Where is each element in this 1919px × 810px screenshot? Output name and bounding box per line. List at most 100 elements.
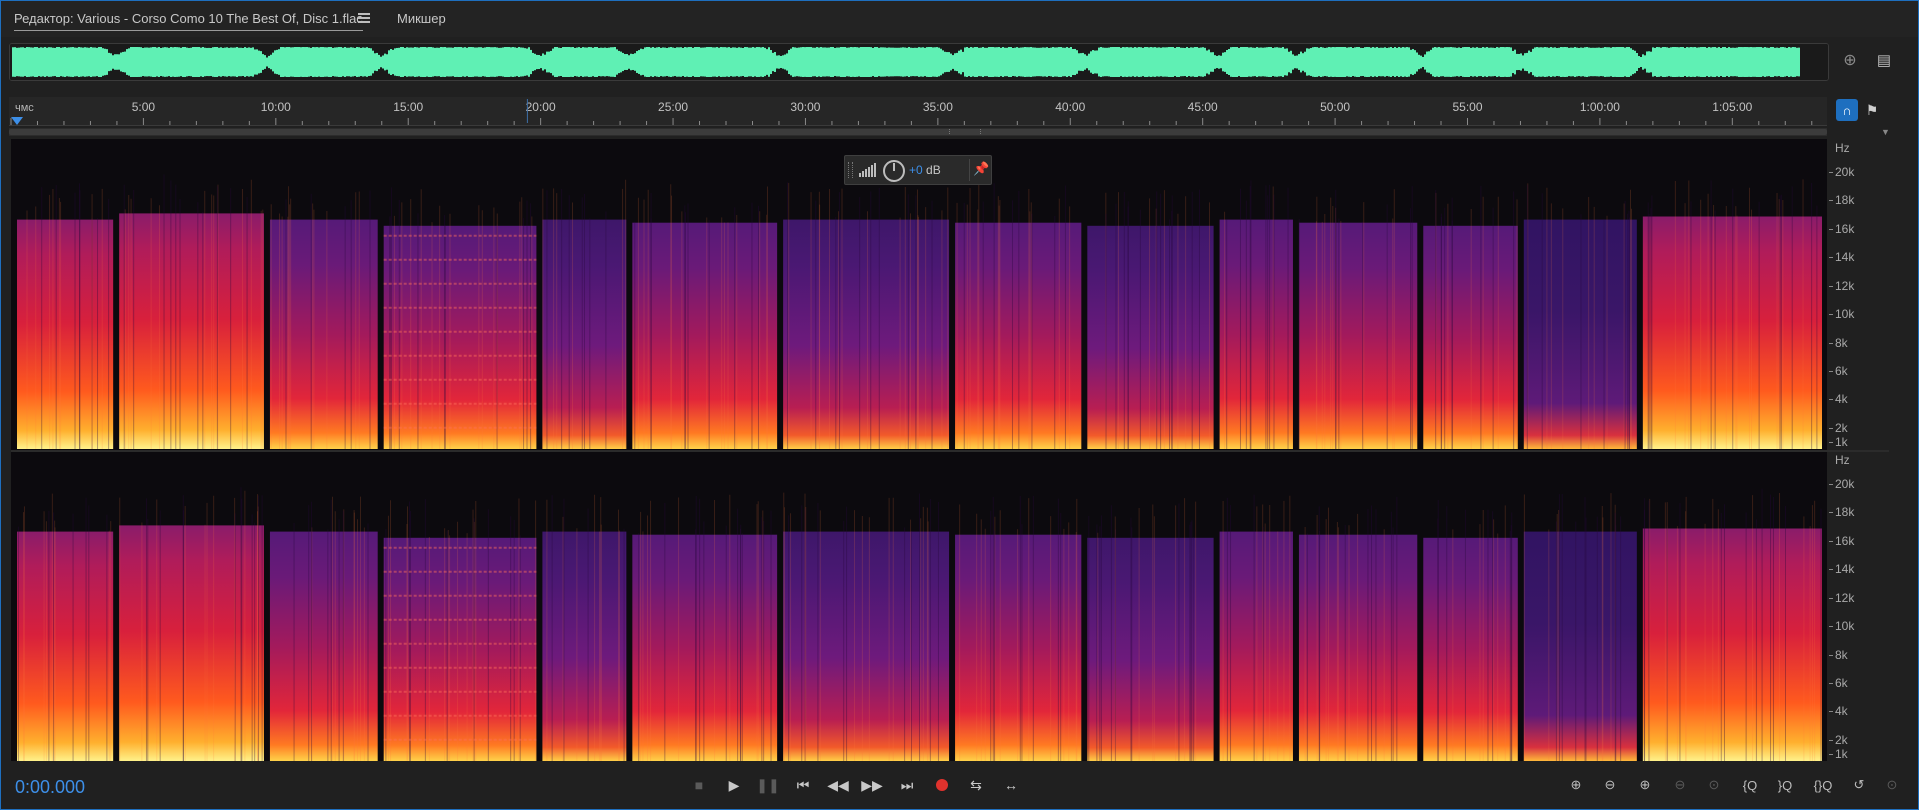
frequency-tick (1829, 427, 1833, 429)
zoom-to-selection-icon[interactable]: ⊕ (1839, 49, 1861, 71)
frequency-label: 10k (1835, 307, 1855, 322)
ruler-label: 20:00 (526, 100, 556, 114)
gain-readout[interactable]: +0 dB (909, 163, 941, 177)
gain-value[interactable]: +0 (909, 163, 923, 177)
frequency-tick (1829, 484, 1833, 485)
gain-unit: dB (926, 163, 941, 177)
zoom-full-icon[interactable]: ⊙ (1702, 775, 1726, 795)
frequency-label: 6k (1835, 363, 1848, 378)
frequency-unit-label: Hz (1835, 141, 1850, 155)
scrollbar-thumb[interactable] (9, 129, 1827, 135)
frequency-tick (1829, 200, 1833, 202)
channel-divider (11, 450, 1889, 452)
frequency-tick (1829, 257, 1833, 259)
ruler-start-label: чмс (15, 102, 34, 114)
zoom-selection-icon[interactable]: {}Q (1811, 775, 1835, 795)
marker-pin-icon[interactable]: ⚑ (1861, 99, 1883, 121)
zoom-in-at-end-icon[interactable]: }Q (1773, 775, 1797, 795)
zoom-out-time-icon[interactable]: ⊖ (1668, 775, 1692, 795)
ruler-label: 30:00 (790, 100, 820, 114)
ruler-label: 5:00 (132, 100, 156, 114)
ruler-label: 1:00:00 (1580, 100, 1620, 114)
snap-magnet-icon[interactable]: ∩ (1836, 99, 1858, 121)
frequency-label: 8k (1835, 647, 1848, 662)
move-playhead-to-next-button[interactable]: ⏭ (895, 775, 919, 795)
ruler-label: 15:00 (393, 100, 423, 114)
frequency-tick (1829, 285, 1833, 287)
frequency-tick (1829, 569, 1833, 571)
gain-knob[interactable] (883, 160, 905, 182)
frequency-tick (1829, 442, 1833, 443)
frequency-label: 16k (1835, 221, 1855, 236)
frequency-label: 1k (1835, 435, 1848, 449)
rewind-button[interactable]: ◀◀ (826, 775, 850, 795)
zoom-in-time-icon[interactable]: ⊕ (1633, 775, 1657, 795)
time-display[interactable]: 0:00.000 (15, 777, 85, 798)
volume-hud[interactable]: +0 dB 📌 (844, 155, 992, 185)
play-button[interactable]: ▶ (722, 775, 746, 795)
overview-waveform-graphic[interactable] (10, 44, 1828, 80)
pause-button[interactable]: ❚❚ (756, 775, 780, 795)
frequency-tick (1829, 682, 1833, 684)
frequency-label: 1k (1835, 747, 1848, 761)
record-icon (936, 779, 948, 791)
ruler-label: 10:00 (261, 100, 291, 114)
frequency-label: 18k (1835, 505, 1855, 520)
frequency-label: 20k (1835, 477, 1855, 491)
hamburger-icon[interactable] (358, 13, 370, 25)
tab-mixer[interactable]: Микшер (397, 11, 446, 26)
frequency-tick (1829, 228, 1833, 230)
frequency-tick (1829, 626, 1833, 628)
frequency-tick (1829, 654, 1833, 656)
frequency-unit-label: Hz (1835, 453, 1850, 467)
fast-forward-button[interactable]: ▶▶ (860, 775, 884, 795)
overview-waveform[interactable] (9, 43, 1829, 81)
loop-playback-button[interactable]: ⇆ (964, 775, 988, 795)
ruler-label: 35:00 (923, 100, 953, 114)
horizontal-scrollbar[interactable] (9, 128, 1827, 136)
frequency-tick (1829, 399, 1833, 401)
hud-separator (969, 159, 970, 181)
frequency-label: 4k (1835, 392, 1848, 407)
panel-menu-icon[interactable]: ▤ (1873, 49, 1895, 71)
frequency-tick (1829, 314, 1833, 316)
ruler-label: 25:00 (658, 100, 688, 114)
ruler-label: 55:00 (1452, 100, 1482, 114)
time-ruler-graphic[interactable]: чмс 5:00 10:00 15:00 20:00 25:00 30:00 35:00 40:… (9, 97, 1827, 125)
zoom-in-at-start-icon[interactable]: {Q (1738, 775, 1762, 795)
ruler-label: 50:00 (1320, 100, 1350, 114)
scrollbar-grip[interactable] (949, 129, 981, 134)
frequency-tick (1829, 342, 1833, 344)
frequency-tick (1829, 597, 1833, 599)
move-playhead-to-previous-button[interactable]: ⏮ (791, 775, 815, 795)
scroll-arrow-down-icon[interactable]: ▼ (1881, 127, 1890, 137)
frequency-label: 14k (1835, 562, 1855, 577)
zoom-out-amplitude-icon[interactable]: ⊖ (1598, 775, 1622, 795)
ruler-label: 45:00 (1188, 100, 1218, 114)
frequency-tick (1829, 172, 1833, 173)
frequency-tick (1829, 711, 1833, 713)
zoom-out-full-icon[interactable]: ⊙ (1880, 775, 1904, 795)
frequency-tick (1829, 739, 1833, 741)
ruler-label: 40:00 (1055, 100, 1085, 114)
frequency-scale-left-channel: Hz 20k 18k 16k 14k 12k 10k 8k 6k 4k 2k 1k (1829, 139, 1889, 449)
playhead-marker[interactable] (11, 117, 23, 125)
hud-drag-handle[interactable] (848, 162, 853, 178)
frequency-label: 2k (1835, 420, 1848, 435)
skip-selection-button[interactable]: ↔ (999, 775, 1023, 795)
frequency-scale-right-channel: Hz 20k 18k 16k 14k 12k 10k 8k 6k 4k 2k 1k (1829, 451, 1889, 761)
zoom-in-amplitude-icon[interactable]: ⊕ (1564, 775, 1588, 795)
frequency-label: 14k (1835, 250, 1855, 265)
pin-icon[interactable]: 📌 (973, 161, 989, 177)
frequency-label: 10k (1835, 619, 1855, 634)
frequency-label: 12k (1835, 278, 1855, 293)
stop-button[interactable]: ■ (687, 775, 711, 795)
frequency-label: 2k (1835, 732, 1848, 747)
frequency-label: 16k (1835, 533, 1855, 548)
frequency-tick (1829, 540, 1833, 542)
tab-editor[interactable]: Редактор: Various - Corso Como 10 The Be… (14, 11, 363, 31)
time-ruler[interactable]: чмс 5:00 10:00 15:00 20:00 25:00 30:00 35:00 40:… (9, 97, 1827, 126)
frequency-label: 12k (1835, 590, 1855, 605)
record-button[interactable] (930, 775, 954, 795)
zoom-reset-icon[interactable]: ↺ (1847, 775, 1871, 795)
